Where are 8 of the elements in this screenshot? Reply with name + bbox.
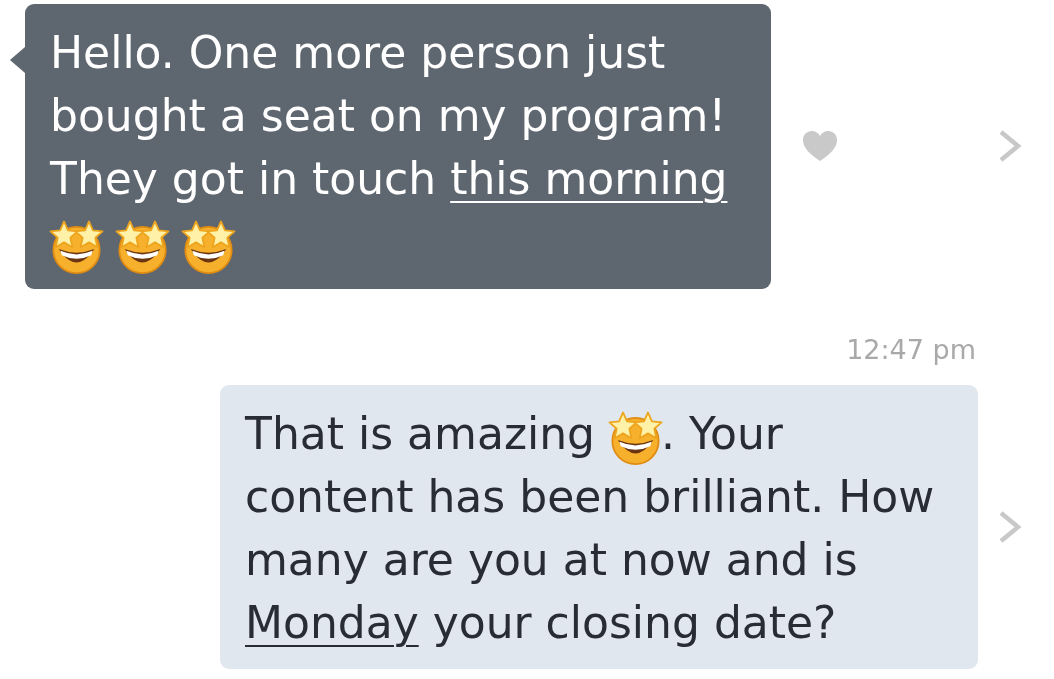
timestamp: 12:47 pm	[846, 333, 976, 365]
message-text: Hello. One more person just bought a seat on my program! They got in touch this morning	[50, 21, 750, 274]
chevron-right-icon[interactable]	[998, 509, 1022, 544]
message-text: That is amazing . Your content has been brilliant. How many are you at now and is Monday your closing date?	[245, 406, 936, 650]
text-link[interactable]: Monday	[245, 597, 419, 648]
heart-icon[interactable]	[802, 130, 838, 163]
chevron-right-icon[interactable]	[998, 129, 1022, 164]
text-link[interactable]: this morning	[450, 153, 728, 204]
